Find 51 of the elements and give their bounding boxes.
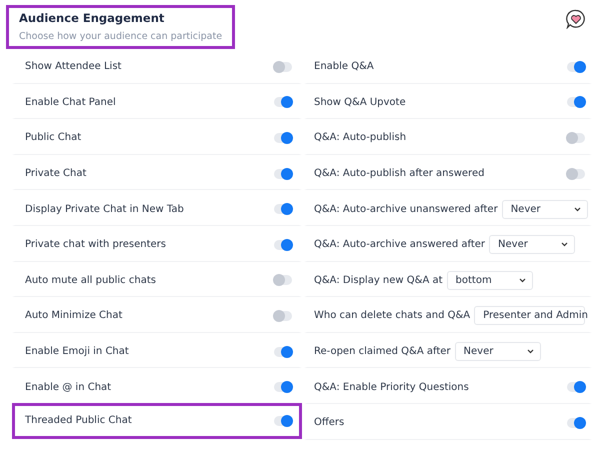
- setting-label: Display Private Chat in New Tab: [25, 204, 184, 215]
- toggle-switch[interactable]: [274, 204, 292, 214]
- chevron-down-icon: [574, 206, 581, 212]
- toggle-switch[interactable]: [274, 62, 292, 72]
- setting-label: Q&A: Auto-publish: [314, 132, 406, 144]
- toggle-switch[interactable]: [274, 240, 292, 250]
- setting-label: Show Q&A Upvote: [314, 96, 406, 108]
- setting-label: Q&A: Enable Priority Questions: [314, 382, 469, 393]
- chevron-down-icon: [526, 349, 534, 354]
- setting-label: Public Chat: [25, 132, 82, 144]
- setting-label: Threaded Public Chat: [25, 415, 132, 426]
- toggle-switch[interactable]: [274, 382, 292, 392]
- toggle-switch[interactable]: [567, 62, 585, 72]
- setting-label: Enable Chat Panel: [25, 96, 116, 108]
- toggle-switch[interactable]: [567, 168, 585, 179]
- setting-label: Who can delete chats and Q&A: [314, 310, 470, 322]
- chevron-down-icon: [518, 278, 526, 283]
- setting-label: Q&A: Auto-archive answered after: [314, 239, 486, 250]
- toggle-switch[interactable]: [274, 168, 292, 179]
- setting-label: Show Attendee List: [25, 61, 122, 72]
- section-subtitle: Choose how your audience can participate: [19, 31, 222, 42]
- setting-label: Auto Minimize Chat: [25, 310, 122, 322]
- section-title: Audience Engagement: [19, 11, 166, 25]
- setting-label: Enable Q&A: [314, 61, 374, 72]
- toggle-switch[interactable]: [274, 416, 292, 426]
- dropdown[interactable]: Never: [502, 200, 588, 219]
- setting-label: Q&A: Auto-publish after answered: [314, 168, 484, 180]
- toggle-switch[interactable]: [567, 132, 585, 143]
- toggle-switch[interactable]: [567, 382, 585, 392]
- heart-chat-icon[interactable]: [566, 9, 586, 29]
- setting-label: Private chat with presenters: [25, 239, 166, 250]
- toggle-switch[interactable]: [274, 275, 292, 286]
- setting-label: Enable @ in Chat: [25, 382, 112, 393]
- dropdown[interactable]: bottom: [446, 270, 533, 290]
- setting-label: Q&A: Display new Q&A at: [314, 274, 443, 286]
- setting-label: Enable Emoji in Chat: [25, 346, 129, 358]
- toggle-switch[interactable]: [274, 310, 292, 321]
- setting-label: Q&A: Auto-archive unanswered after: [314, 204, 498, 215]
- dropdown[interactable]: Never: [454, 342, 541, 362]
- setting-label: Private Chat: [25, 168, 86, 180]
- setting-label: Re-open claimed Q&A after: [314, 346, 451, 358]
- dropdown[interactable]: Never: [489, 235, 576, 254]
- toggle-switch[interactable]: [567, 418, 585, 428]
- dropdown[interactable]: Presenter and Admin: [474, 306, 585, 326]
- toggle-switch[interactable]: [274, 132, 292, 143]
- toggle-switch[interactable]: [274, 346, 292, 357]
- setting-label: Auto mute all public chats: [25, 274, 156, 286]
- toggle-switch[interactable]: [274, 97, 292, 108]
- setting-label: Offers: [314, 417, 344, 428]
- toggle-switch[interactable]: [567, 97, 585, 108]
- chevron-down-icon: [561, 242, 568, 248]
